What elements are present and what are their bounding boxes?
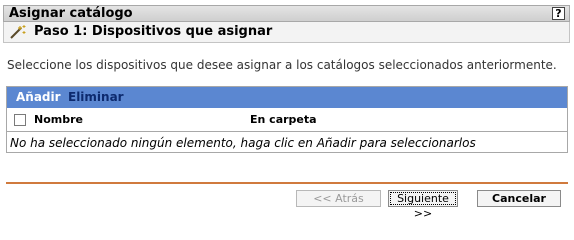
step-header: Paso 1: Dispositivos que asignar: [3, 22, 570, 43]
help-button[interactable]: ?: [552, 7, 565, 20]
empty-table-message: No ha seleccionado ningún elemento, haga…: [10, 136, 476, 150]
table-header-row: Nombre En carpeta: [7, 108, 567, 132]
column-header-name[interactable]: Nombre: [34, 113, 83, 126]
add-link[interactable]: Añadir: [16, 89, 61, 105]
remove-link[interactable]: Eliminar: [68, 89, 124, 105]
wizard-wand-icon: [10, 25, 26, 39]
back-button[interactable]: << Atrás: [296, 190, 381, 207]
next-button[interactable]: Siguiente >>: [388, 190, 458, 220]
cancel-button[interactable]: Cancelar: [477, 190, 561, 207]
dialog-title: Asignar catálogo: [9, 6, 133, 21]
instructions-text: Seleccione los dispositivos que desee as…: [7, 58, 557, 72]
column-header-folder[interactable]: En carpeta: [250, 113, 317, 126]
table-toolbar: Añadir Eliminar: [7, 87, 567, 108]
dialog-title-bar: Asignar catálogo ?: [3, 5, 570, 22]
footer-divider: [6, 182, 568, 184]
step-title: Paso 1: Dispositivos que asignar: [34, 24, 273, 39]
select-all-checkbox[interactable]: [14, 114, 26, 126]
devices-table: Añadir Eliminar Nombre En carpeta No ha …: [6, 86, 568, 153]
